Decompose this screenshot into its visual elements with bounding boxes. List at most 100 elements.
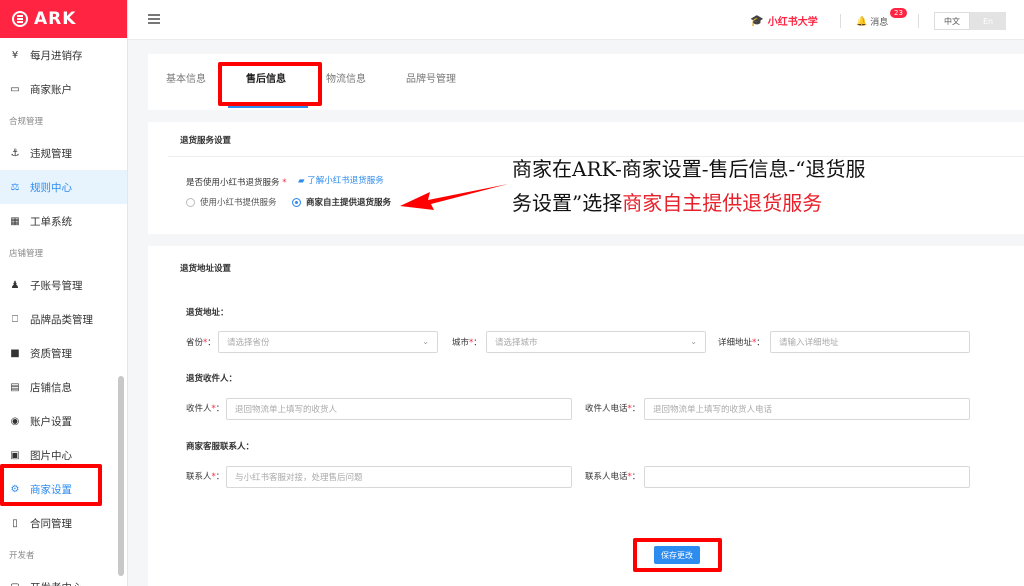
receiver-phone-label-text: 收件人电话	[585, 404, 628, 414]
sidebar-item[interactable]: ▤ 店铺信息	[0, 370, 127, 404]
sidebar-item[interactable]: ¥ 每月进销存	[0, 38, 127, 72]
required-star: *	[211, 472, 216, 482]
required-star: *	[469, 338, 474, 348]
sidebar-item[interactable]: ♟ 子账号管理	[0, 268, 127, 302]
chevron-down-icon: ⌄	[690, 337, 697, 346]
top-bar: 🎓 小红书大学 🔔 消息 23 中文 En	[128, 0, 1024, 40]
messages-button[interactable]: 🔔 消息	[856, 15, 889, 29]
sidebar-item[interactable]: ⚖ 规则中心	[0, 170, 127, 204]
contract-icon: ▯	[12, 517, 18, 529]
receiver-label: 收件人*：	[186, 404, 225, 414]
tab-basic-info[interactable]: 基本信息	[166, 70, 206, 85]
receiver-input[interactable]: 退回物流单上填写的收货人	[226, 398, 572, 420]
return-service-title: 退货服务设置	[180, 136, 232, 146]
yen-icon: ¥	[11, 49, 19, 61]
sidebar-item[interactable]: ■ 资质管理	[0, 336, 127, 370]
xiaohongshu-university-link[interactable]: 🎓 小红书大学	[750, 13, 818, 28]
book-icon: ▰	[298, 176, 308, 186]
card-icon: ▭	[10, 83, 20, 95]
divider	[918, 14, 919, 28]
bell-icon: 🔔	[856, 16, 868, 27]
anchor-icon: ⚓	[10, 147, 20, 159]
receiver-phone-input[interactable]: 退回物流单上填写的收货人电话	[644, 398, 970, 420]
sidebar-item[interactable]: ⎕ 品牌品类管理	[0, 302, 127, 336]
receiver-phone-placeholder: 退回物流单上填写的收货人电话	[653, 405, 773, 415]
sidebar-item-label: 规则中心	[30, 181, 72, 194]
account-icon: ◉	[10, 415, 20, 427]
highlight-sidebar-box	[0, 464, 102, 506]
address-section-title: 退货地址：	[186, 308, 229, 318]
radio-selected-icon	[292, 197, 301, 207]
sidebar-scrollbar[interactable]	[118, 376, 124, 576]
city-label-text: 城市	[452, 338, 470, 348]
radio-platform-label: 使用小红书提供服务	[200, 198, 277, 208]
dev-icon: ▢	[9, 582, 21, 586]
city-select[interactable]: 请选择城市 ⌄	[486, 331, 706, 353]
sidebar-item-label: 品牌品类管理	[30, 313, 93, 326]
question-text: 是否使用小红书退货服务	[186, 178, 280, 188]
learn-more-link[interactable]: ▰ 了解小红书退货服务	[298, 174, 384, 186]
highlight-tab-box	[218, 62, 322, 106]
province-label: 省份*：	[186, 338, 216, 348]
required-star: *	[279, 178, 287, 188]
annotation-arrow	[400, 184, 508, 210]
sidebar-item-label: 账户设置	[30, 415, 72, 428]
annotation-text-red: 商家自主提供退货服务	[622, 191, 823, 215]
sidebar-item-label: 图片中心	[30, 449, 72, 462]
city-placeholder: 请选择城市	[495, 338, 538, 348]
contact-phone-input[interactable]	[644, 466, 970, 488]
return-address-title: 退货地址设置	[180, 264, 232, 274]
divider	[840, 14, 841, 28]
receiver-phone-label: 收件人电话*：	[585, 404, 641, 414]
contact-label: 联系人*：	[186, 472, 225, 482]
scale-icon: ⚖	[10, 181, 20, 193]
required-star: *	[752, 338, 757, 348]
cs-section-title: 商家客服联系人：	[186, 442, 255, 452]
return-service-question: 是否使用小红书退货服务 *	[186, 176, 286, 188]
main-content: 基本信息 售后信息 物流信息 品牌号管理 退货服务设置 退货地址设置	[128, 40, 1024, 586]
graduation-cap-icon: 🎓	[750, 14, 764, 27]
radio-platform-service[interactable]: 使用小红书提供服务	[186, 196, 277, 208]
sidebar-group-label: 开发者	[9, 551, 35, 561]
contact-phone-label-text: 联系人电话	[585, 472, 628, 482]
sidebar-group-label: 合规管理	[9, 117, 44, 127]
required-star: *	[627, 404, 632, 414]
sidebar-item[interactable]: ▢ 开发者中心	[0, 570, 127, 586]
province-select[interactable]: 请选择省份 ⌄	[218, 331, 438, 353]
sidebar-item-label: 每月进销存	[30, 49, 83, 62]
sidebar-item[interactable]: ▦ 工单系统	[0, 204, 127, 238]
sidebar-item-label: 工单系统	[30, 215, 72, 228]
learn-more-label: 了解小红书退货服务	[307, 176, 384, 186]
sidebar-item-label: 店铺信息	[30, 381, 72, 394]
messages-label: 消息	[870, 18, 889, 28]
tab-logistics[interactable]: 物流信息	[326, 70, 366, 85]
sidebar-item[interactable]: ▭ 商家账户	[0, 72, 127, 106]
menu-toggle-icon[interactable]	[148, 14, 160, 24]
sidebar-item-label: 子账号管理	[30, 279, 83, 292]
detail-placeholder: 请输入详细地址	[779, 338, 839, 348]
contact-placeholder: 与小红书客服对接，处理售后问题	[235, 473, 363, 483]
lang-zh-button[interactable]: 中文	[934, 12, 970, 30]
detail-address-input[interactable]: 请输入详细地址	[770, 331, 970, 353]
contact-input[interactable]: 与小红书客服对接，处理售后问题	[226, 466, 572, 488]
tab-brand-account[interactable]: 品牌号管理	[406, 70, 456, 85]
sidebar-item[interactable]: ▯ 合同管理	[0, 506, 127, 540]
user-icon: ♟	[10, 279, 20, 291]
annotation-text: 商家在ARK-商家设置-售后信息-“退货服务设置”选择商家自主提供退货服务	[512, 152, 872, 220]
required-star: *	[627, 472, 632, 482]
sidebar-item[interactable]: ⚓ 违规管理	[0, 136, 127, 170]
receiver-placeholder: 退回物流单上填写的收货人	[235, 405, 338, 415]
required-star: *	[203, 338, 208, 348]
contact-phone-label: 联系人电话*：	[585, 472, 641, 482]
highlight-save-box	[633, 538, 722, 572]
sidebar-item[interactable]: ◉ 账户设置	[0, 404, 127, 438]
chevron-down-icon: ⌄	[422, 337, 429, 346]
bookmark-icon: ⎕	[12, 313, 18, 325]
detail-label-text: 详细地址	[718, 338, 753, 348]
lang-en-button[interactable]: En	[970, 12, 1006, 30]
radio-merchant-service[interactable]: 商家自主提供退货服务	[292, 196, 391, 208]
logo[interactable]: ARK	[0, 0, 127, 38]
receiver-section-title: 退货收件人：	[186, 374, 238, 384]
province-placeholder: 请选择省份	[227, 338, 270, 348]
logo-text: ARK	[34, 9, 77, 29]
